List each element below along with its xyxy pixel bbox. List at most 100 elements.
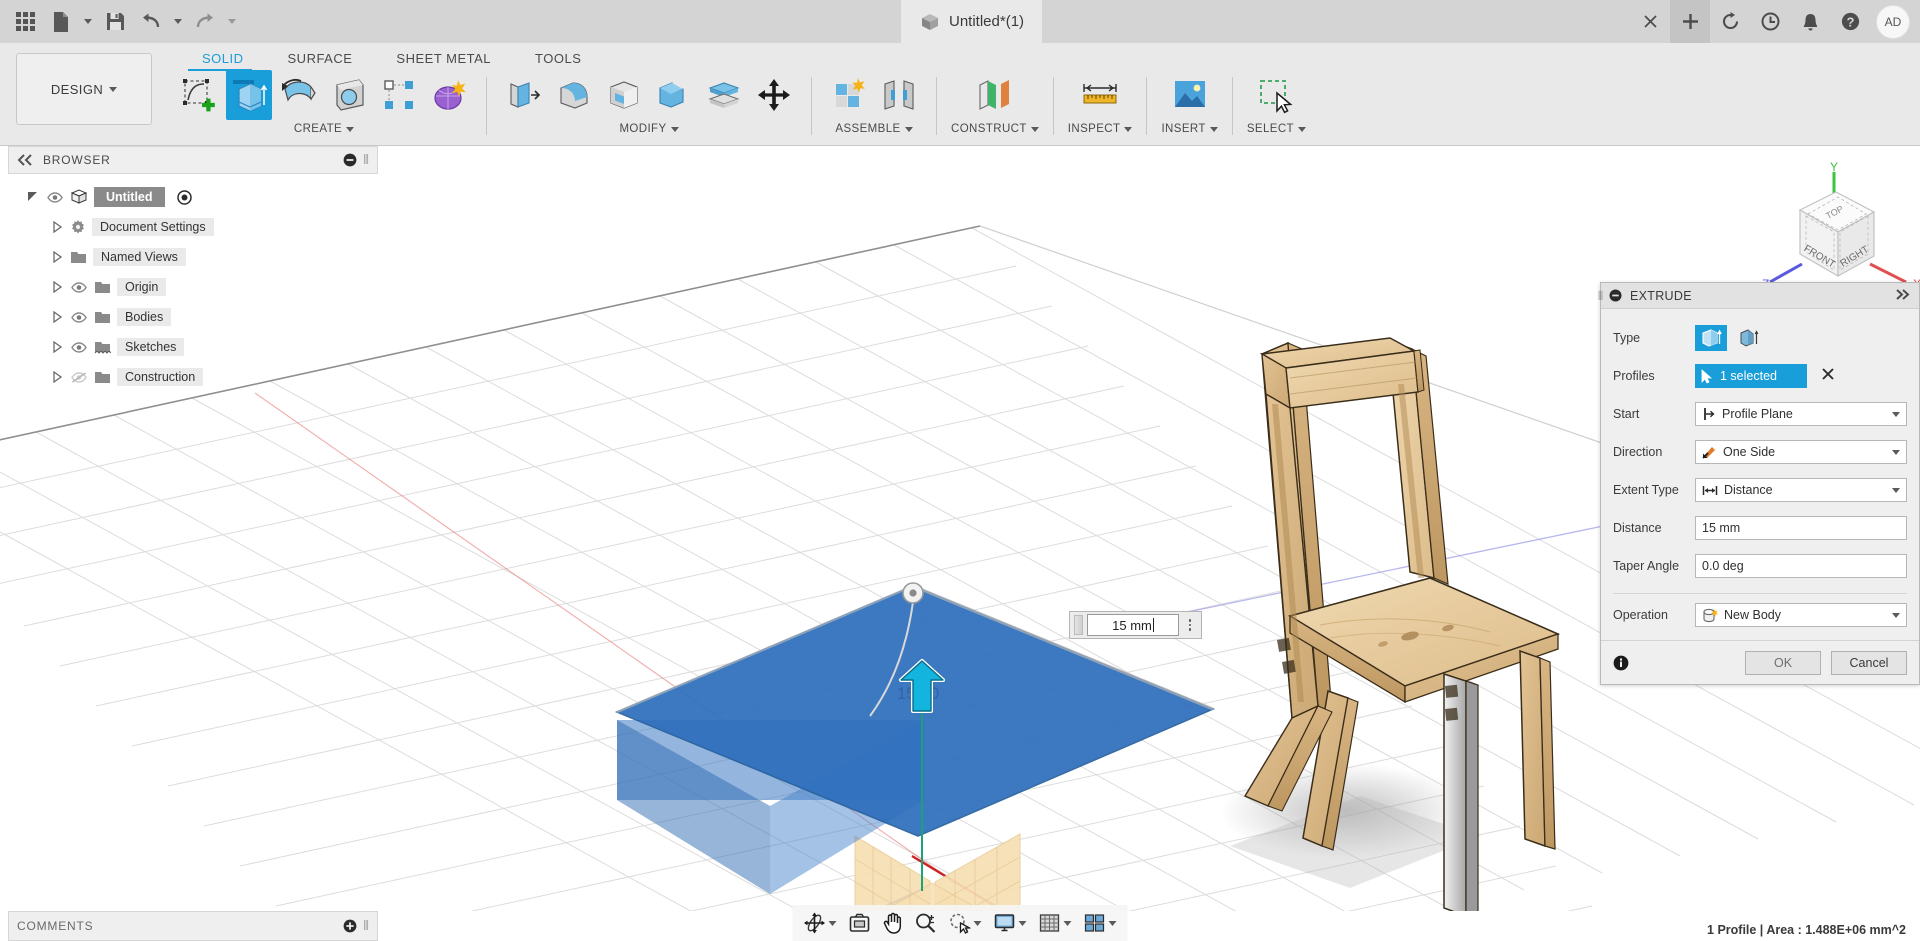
- new-component-icon[interactable]: [826, 70, 872, 120]
- panel-resize-grip[interactable]: ⦀: [363, 152, 369, 168]
- shell-icon[interactable]: [601, 70, 647, 120]
- taper-angle-input[interactable]: 0.0 deg: [1695, 554, 1907, 578]
- minus-circle-icon[interactable]: [343, 153, 357, 167]
- job-status-button[interactable]: [1750, 0, 1790, 43]
- expand-arrow-icon[interactable]: [50, 251, 64, 263]
- look-at-tool[interactable]: [844, 908, 876, 938]
- zoom-tool[interactable]: [910, 908, 942, 938]
- form-icon[interactable]: [426, 70, 472, 120]
- expand-arrow-icon[interactable]: [50, 311, 64, 323]
- expand-arrow-icon[interactable]: [26, 191, 40, 203]
- new-file-dropdown[interactable]: [80, 5, 96, 39]
- canvas-dimension-input[interactable]: 15 mm: [1069, 611, 1202, 639]
- profiles-select-button[interactable]: 1 selected: [1695, 364, 1807, 388]
- visibility-eye-icon[interactable]: [70, 341, 88, 353]
- offset-face-icon[interactable]: [701, 70, 747, 120]
- help-button[interactable]: ?: [1830, 0, 1870, 43]
- user-avatar[interactable]: AD: [1876, 4, 1910, 39]
- tree-row-sketches[interactable]: Sketches: [0, 332, 380, 362]
- chevron-down-icon[interactable]: [1063, 920, 1072, 926]
- fit-tool[interactable]: [944, 908, 987, 938]
- cancel-button[interactable]: Cancel: [1831, 650, 1907, 675]
- undo-button[interactable]: [134, 5, 168, 39]
- ribbon-group-label-select[interactable]: SELECT: [1247, 123, 1306, 135]
- comments-panel[interactable]: COMMENTS ⦀: [8, 911, 378, 941]
- extrude-dialog[interactable]: ⦀ EXTRUDE Type Profiles 1 selected Start…: [1597, 282, 1920, 685]
- operation-dropdown[interactable]: New Body: [1695, 603, 1907, 627]
- tree-row-named-views[interactable]: Named Views: [0, 242, 380, 272]
- new-tab-button[interactable]: [1670, 0, 1710, 43]
- comments-resize-grip[interactable]: ⦀: [363, 918, 369, 934]
- redo-button[interactable]: [188, 5, 222, 39]
- dimension-drag-handle[interactable]: [1074, 615, 1083, 635]
- document-tab[interactable]: Untitled*(1): [901, 0, 1043, 43]
- save-button[interactable]: [98, 5, 132, 39]
- chevron-down-icon[interactable]: [828, 920, 837, 926]
- expand-arrow-icon[interactable]: [50, 281, 64, 293]
- display-settings-tool[interactable]: [989, 908, 1032, 938]
- profiles-clear-button[interactable]: [1821, 367, 1835, 385]
- expand-arrow-icon[interactable]: [50, 371, 64, 383]
- visibility-eye-icon[interactable]: [70, 281, 88, 293]
- dialog-drag-grip[interactable]: ⦀: [1597, 283, 1604, 309]
- double-chevron-right-icon[interactable]: [1895, 288, 1911, 303]
- fillet-icon[interactable]: [551, 70, 597, 120]
- offset-plane-icon[interactable]: [972, 70, 1018, 120]
- sync-button[interactable]: [1710, 0, 1750, 43]
- close-tab-button[interactable]: [1630, 0, 1670, 43]
- visibility-eye-icon[interactable]: [70, 311, 88, 323]
- ribbon-group-label-create[interactable]: CREATE: [294, 123, 355, 135]
- measure-ruler-icon[interactable]: [1077, 70, 1123, 120]
- app-grid-button[interactable]: [8, 5, 42, 39]
- chevron-down-icon[interactable]: [1108, 920, 1117, 926]
- ribbon-group-label-inspect[interactable]: INSPECT: [1068, 123, 1133, 135]
- pattern-icon[interactable]: [376, 70, 422, 120]
- tree-row-untitled[interactable]: Untitled: [0, 182, 380, 212]
- expand-arrow-icon[interactable]: [50, 341, 64, 353]
- tree-row-construction[interactable]: Construction: [0, 362, 380, 392]
- ribbon-group-label-construct[interactable]: CONSTRUCT: [951, 123, 1039, 135]
- ribbon-group-label-insert[interactable]: INSERT: [1161, 123, 1218, 135]
- joint-icon[interactable]: [876, 70, 922, 120]
- notifications-button[interactable]: [1790, 0, 1830, 43]
- tree-row-origin[interactable]: Origin: [0, 272, 380, 302]
- undo-dropdown[interactable]: [170, 5, 186, 39]
- move-copy-icon[interactable]: [751, 70, 797, 120]
- three-dots-vertical-icon[interactable]: [1183, 619, 1197, 631]
- new-file-button[interactable]: [44, 5, 78, 39]
- start-dropdown[interactable]: Profile Plane: [1695, 402, 1907, 426]
- tree-row-document-settings[interactable]: Document Settings: [0, 212, 380, 242]
- revolve-icon[interactable]: [276, 70, 322, 120]
- workspace-switcher-button[interactable]: DESIGN: [16, 53, 152, 125]
- visibility-eye-icon[interactable]: [46, 191, 64, 203]
- ribbon-group-label-assemble[interactable]: ASSEMBLE: [835, 123, 913, 135]
- select-cursor-icon[interactable]: [1253, 70, 1299, 120]
- ok-button[interactable]: OK: [1745, 650, 1821, 675]
- distance-input[interactable]: 15 mm: [1695, 516, 1907, 540]
- plus-circle-icon[interactable]: [343, 919, 357, 933]
- pan-tool[interactable]: [878, 908, 908, 938]
- grid-snaps-tool[interactable]: [1034, 908, 1077, 938]
- extrude-icon[interactable]: [226, 70, 272, 120]
- chevron-down-icon[interactable]: [1018, 920, 1027, 926]
- direction-dropdown[interactable]: One Side: [1695, 440, 1907, 464]
- dialog-header[interactable]: EXTRUDE: [1601, 283, 1919, 309]
- ribbon-group-label-modify[interactable]: MODIFY: [619, 123, 679, 135]
- expand-arrow-icon[interactable]: [50, 221, 64, 233]
- double-chevron-left-icon[interactable]: [17, 154, 33, 166]
- info-circle-icon[interactable]: [1613, 655, 1629, 671]
- solid-extrude-icon[interactable]: [1695, 325, 1727, 351]
- radio-target-icon[interactable]: [176, 189, 192, 205]
- tree-row-bodies[interactable]: Bodies: [0, 302, 380, 332]
- create-sketch-icon[interactable]: [176, 70, 222, 120]
- combine-icon[interactable]: [651, 70, 697, 120]
- tapered-extrude-icon[interactable]: [1733, 325, 1765, 351]
- redo-dropdown[interactable]: [224, 5, 240, 39]
- extent-type-dropdown[interactable]: Distance: [1695, 478, 1907, 502]
- minus-circle-icon[interactable]: [1609, 289, 1622, 302]
- viewports-tool[interactable]: [1079, 908, 1122, 938]
- viewcube[interactable]: Y X Z TOP FRONT RIGHT: [1762, 160, 1920, 291]
- press-pull-icon[interactable]: [501, 70, 547, 120]
- visibility-eye-off-icon[interactable]: [70, 371, 88, 383]
- chevron-down-icon[interactable]: [973, 920, 982, 926]
